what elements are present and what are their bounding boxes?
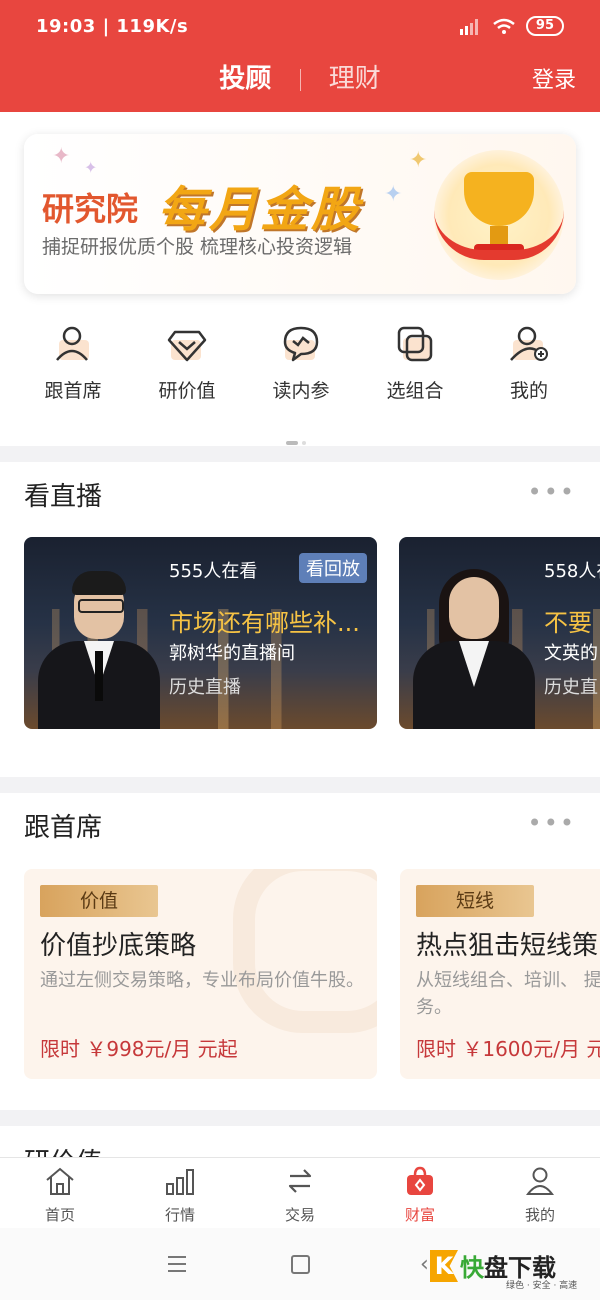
profile-icon: [525, 1167, 555, 1195]
live-room-name: 郭树华的直播间: [169, 643, 295, 664]
quick-link-read-insider[interactable]: 读内参: [244, 322, 358, 403]
nav-profile[interactable]: 我的: [480, 1166, 600, 1225]
research-value-section-title: 研价值: [24, 1142, 102, 1157]
strategy-card[interactable]: 价值 价值抄底策略 通过左侧交易策略，专业布局价值牛股。 限时 ￥998元/月 …: [24, 869, 377, 1079]
viewer-count: 558人在: [544, 561, 600, 582]
sparkle-icon: ✦: [384, 182, 403, 207]
sparkle-icon: ✦: [52, 144, 71, 169]
watermark-subtitle: 绿色 · 安全 · 高速: [506, 1281, 578, 1291]
chat-icon: [283, 326, 319, 362]
portfolio-icon: [397, 326, 433, 362]
bottom-nav: 首页 行情 交易 财富 我的: [0, 1157, 600, 1228]
quick-link-label: 选组合: [386, 380, 444, 402]
market-icon: [166, 1169, 194, 1195]
nav-label: 交易: [284, 1206, 315, 1224]
chief-more-button[interactable]: •••: [528, 809, 576, 837]
strategy-card[interactable]: 短线 热点狙击短线策 从短线组合、培训、 提供专业投资服务。 限时 ￥1600元…: [400, 869, 600, 1079]
nav-home[interactable]: 首页: [0, 1166, 120, 1225]
section-divider: [0, 1110, 600, 1126]
strategy-tag: 价值: [40, 885, 158, 917]
live-more-button[interactable]: •••: [528, 478, 576, 506]
status-icons: 95: [458, 16, 564, 36]
quick-link-label: 研价值: [158, 380, 216, 402]
nav-label: 财富: [404, 1206, 435, 1224]
nav-market[interactable]: 行情: [120, 1166, 240, 1225]
trade-icon: [288, 1169, 312, 1193]
tab-separator: [299, 68, 301, 91]
live-title: 市场还有哪些补...: [169, 609, 360, 637]
chief-section-title: 跟首席: [24, 813, 103, 843]
trophy-icon: [434, 150, 564, 280]
sparkle-icon: ✦: [84, 158, 98, 177]
header-tabs: 投顾 理财: [0, 58, 600, 95]
system-home-icon[interactable]: [291, 1255, 310, 1274]
nav-label: 行情: [164, 1206, 195, 1224]
menu-icon[interactable]: [168, 1256, 186, 1277]
battery-indicator: 95: [525, 16, 564, 36]
sparkle-icon: ✦: [409, 148, 428, 173]
section-divider: [0, 446, 600, 462]
nav-label: 我的: [524, 1206, 555, 1224]
banner-title: 每月金股: [158, 182, 363, 238]
strategy-price: 限时 ￥998元/月 元起: [40, 1037, 238, 1061]
banner-brand: 研究院: [42, 190, 139, 228]
watermark-k-icon: K: [430, 1250, 458, 1282]
banner-subtitle: 捕捉研报优质个股 梳理核心投资逻辑: [42, 236, 353, 258]
tab-wealth-management[interactable]: 理财: [309, 58, 401, 95]
host-photo: [32, 559, 162, 729]
strategy-title: 价值抄底策略: [40, 931, 197, 961]
viewer-count: 555人在看: [169, 561, 258, 582]
advisor-icon: [56, 326, 89, 361]
quick-link-research-value[interactable]: 研价值: [130, 322, 244, 403]
quick-link-follow-chief[interactable]: 跟首席: [16, 322, 130, 403]
host-photo: [407, 559, 537, 729]
strategy-description: 从短线组合、培训、 提供专业投资服务。: [416, 970, 600, 1018]
quick-link-label: 跟首席: [44, 380, 102, 402]
nav-trade[interactable]: 交易: [240, 1166, 360, 1225]
live-title: 不要: [544, 609, 592, 637]
live-history: 历史直播: [169, 677, 241, 698]
replay-button[interactable]: 看回放: [299, 553, 367, 583]
nav-wealth[interactable]: 财富: [360, 1166, 480, 1225]
live-history: 历史直: [544, 677, 598, 698]
signal-icon: [459, 19, 478, 35]
wifi-icon: [493, 18, 515, 34]
system-nav-bar: ‹ K 快盘下载 绿色 · 安全 · 高速: [0, 1228, 600, 1300]
live-section-title: 看直播: [24, 482, 103, 512]
quick-link-label: 我的: [509, 380, 548, 402]
live-room-name: 文英的: [544, 643, 598, 664]
tab-advisory[interactable]: 投顾: [199, 58, 291, 95]
nav-label: 首页: [44, 1206, 75, 1224]
strategy-price: 限时 ￥1600元/月 元: [416, 1037, 600, 1061]
strategy-description: 通过左侧交易策略，专业布局价值牛股。: [40, 970, 364, 991]
live-card[interactable]: 555人在看 看回放 市场还有哪些补... 郭树华的直播间 历史直播: [24, 537, 377, 729]
wealth-icon: [407, 1166, 433, 1195]
status-time-speed: 19:03 | 119K/s: [36, 16, 189, 37]
watermark-logo: K 快盘下载 绿色 · 安全 · 高速: [430, 1250, 595, 1291]
strategy-tag: 短线: [416, 885, 534, 917]
main-content[interactable]: ✦ ✦ ✦ ✦ 研究院 每月金股 捕捉研报优质个股 梳理核心投资逻辑 跟首席 研…: [0, 112, 600, 1157]
back-icon[interactable]: ‹: [420, 1252, 429, 1277]
login-button[interactable]: 登录: [532, 62, 576, 94]
quick-link-label: 读内参: [272, 380, 330, 402]
quick-link-mine[interactable]: 我的: [472, 322, 586, 403]
live-card[interactable]: 558人在 不要 文英的 历史直: [399, 537, 600, 729]
my-icon: [510, 326, 548, 361]
quick-links: 跟首席 研价值 读内参 选组合 我的: [0, 322, 600, 432]
strategy-title: 热点狙击短线策: [416, 931, 599, 961]
top-bar: 19:03 | 119K/s 95 投顾 理财 登录: [0, 0, 600, 112]
monthly-stock-banner[interactable]: ✦ ✦ ✦ ✦ 研究院 每月金股 捕捉研报优质个股 梳理核心投资逻辑: [24, 134, 576, 294]
value-icon: [167, 330, 207, 362]
quick-link-select-portfolio[interactable]: 选组合: [358, 322, 472, 403]
home-icon: [46, 1167, 74, 1195]
section-divider: [0, 777, 600, 793]
